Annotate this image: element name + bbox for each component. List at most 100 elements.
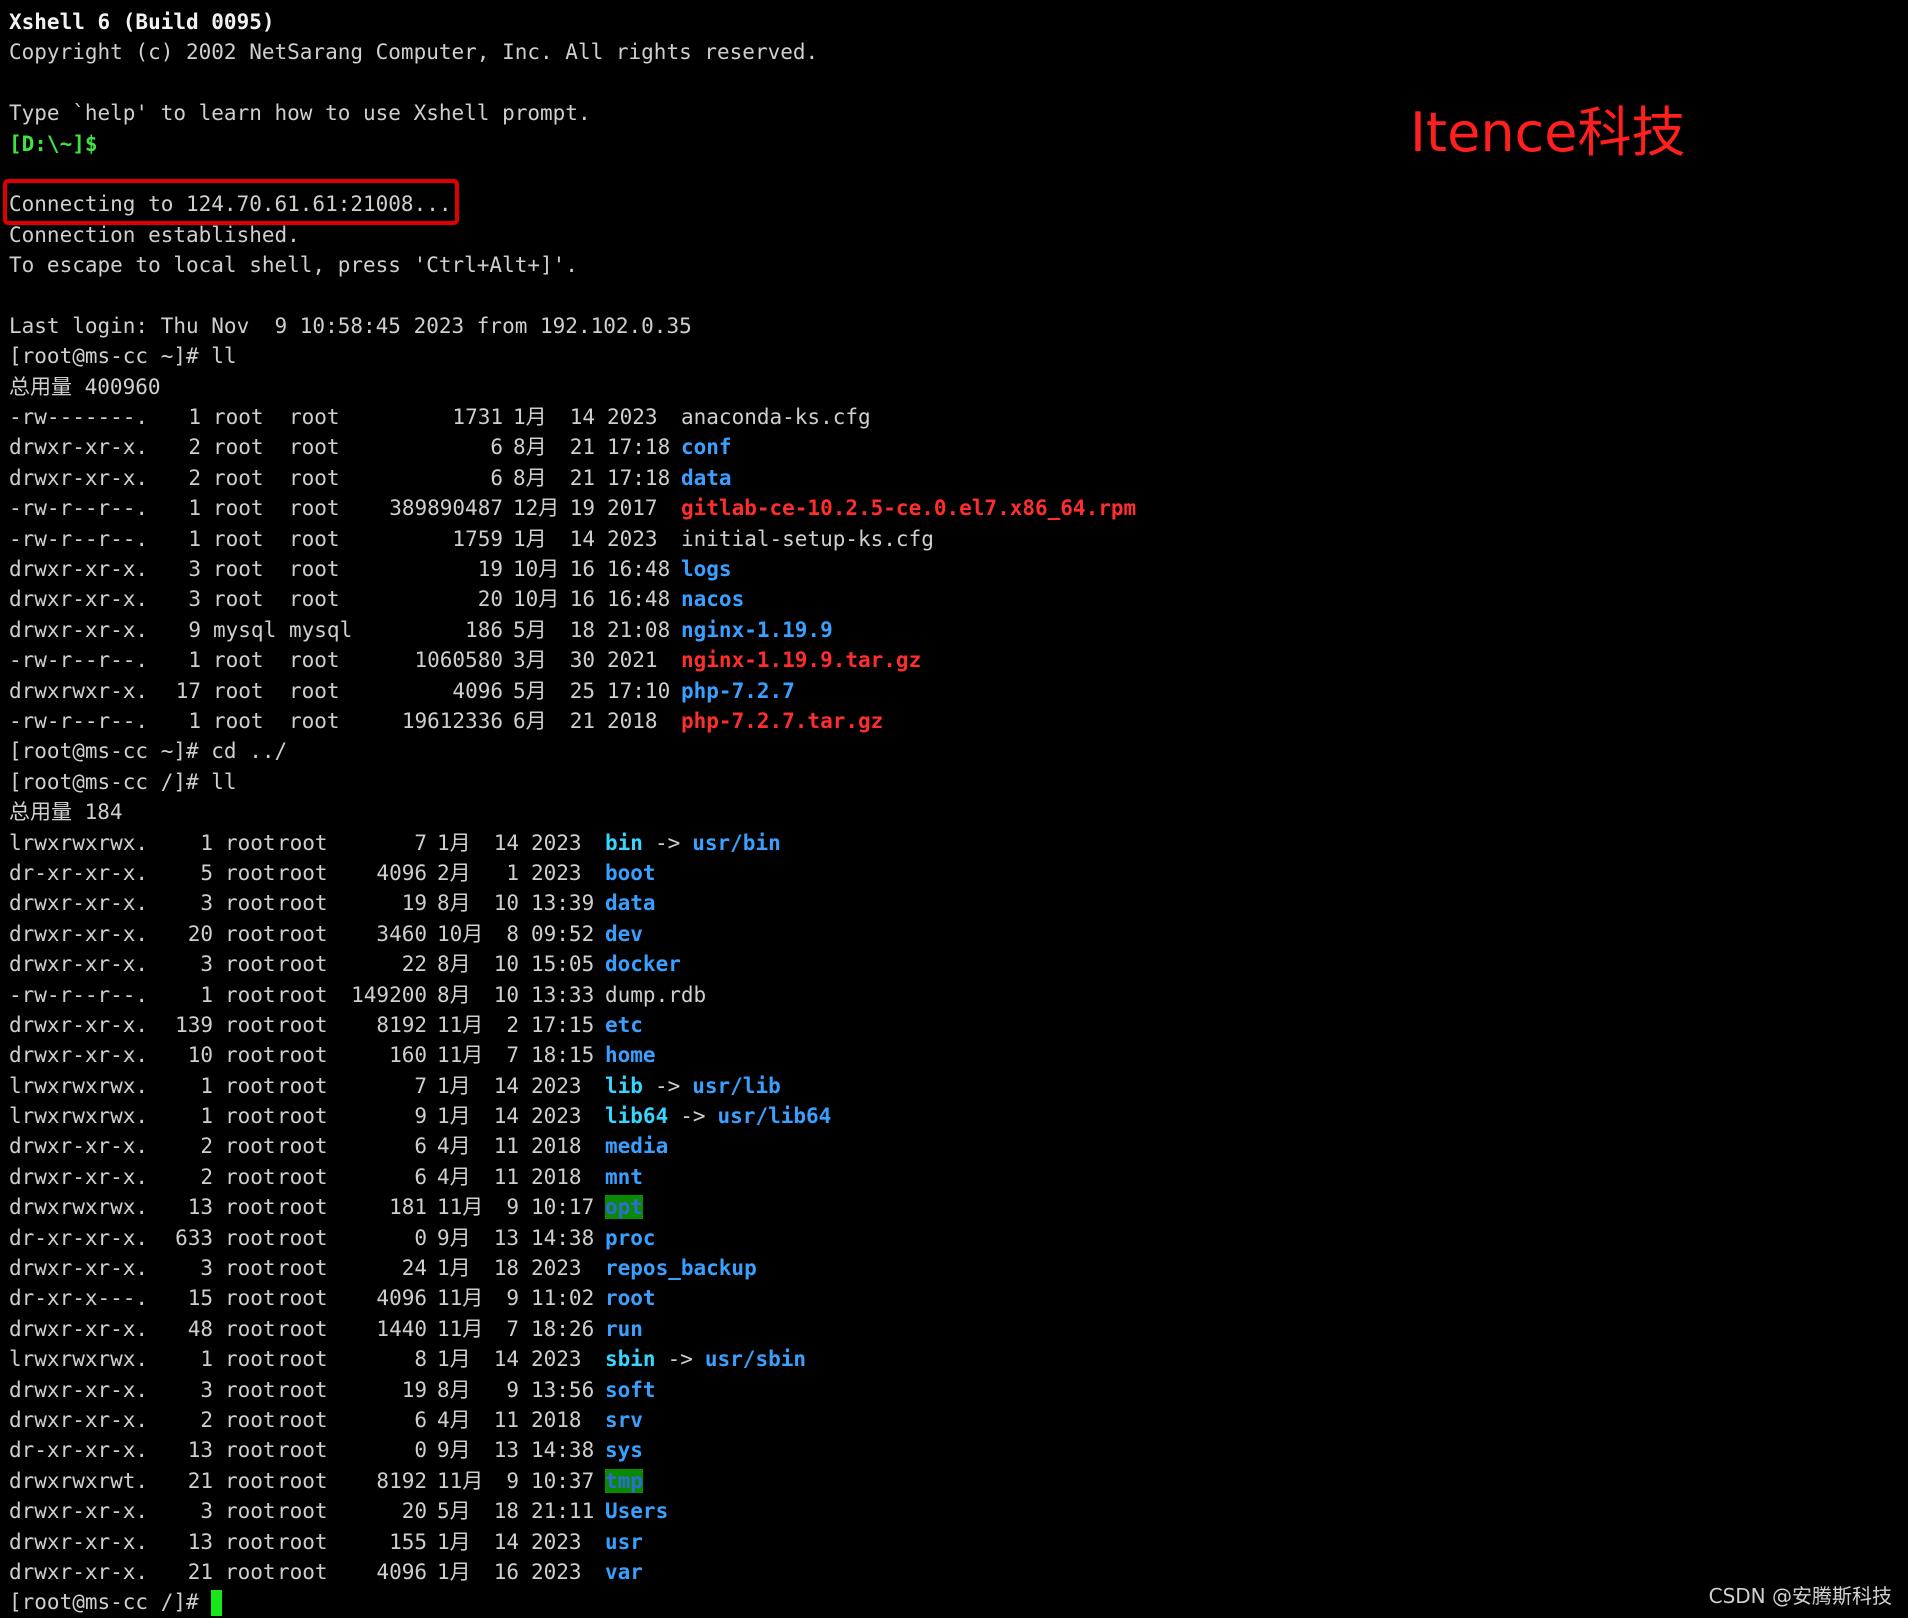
file-permissions: drwxr-xr-x. [9,1012,149,1037]
file-time: 16:48 [607,587,671,612]
file-owner: root [213,557,264,582]
file-size: 4096 [452,678,503,703]
shell-prompt-cd: [root@ms-cc ~]# cd ../ [9,739,288,764]
shell-prompt-ll: [root@ms-cc ~]# ll [9,344,237,369]
file-group: root [277,891,328,916]
file-day: 7 [506,1043,519,1068]
file-name: Users [605,1499,669,1524]
file-links: 9 [188,617,201,642]
file-time: 2023 [531,830,582,855]
file-size: 389890487 [389,496,503,521]
file-day: 13 [493,1225,519,1250]
file-owner: root [225,1407,276,1432]
file-row: -rw-------. 1 root root 1731 1月 14 2023 anaconda… [9,402,1889,432]
file-owner: root [225,1104,276,1129]
file-day: 9 [506,1468,519,1493]
file-row: dr-xr-x---. 15 rootroot 4096 11月 9 11:02 root [9,1283,1889,1313]
file-name: gitlab-ce-10.2.5-ce.0.el7.x86_64.rpm [681,496,1137,521]
file-row: dr-xr-xr-x. 13 rootroot 0 9月 13 14:38 sys [9,1435,1889,1465]
file-group: root [289,587,340,612]
file-group: root [289,465,340,490]
file-size: 9 [414,1104,427,1129]
file-month: 11月 [437,1012,484,1037]
file-name: logs [681,557,732,582]
file-time: 2023 [607,526,658,551]
file-time: 21:08 [607,617,671,642]
file-permissions: drwxr-xr-x. [9,1499,149,1524]
file-month: 2月 [437,860,471,885]
file-time: 10:17 [531,1195,595,1220]
file-links: 2 [188,435,201,460]
link-arrow: -> [654,1073,681,1098]
file-permissions: drwxr-xr-x. [9,1256,149,1281]
file-permissions: lrwxrwxrwx. [9,1104,149,1129]
file-name: dump.rdb [605,982,707,1007]
file-day: 25 [569,678,595,703]
file-group: root [277,860,328,885]
file-owner: root [225,1499,276,1524]
final-prompt-line[interactable]: [root@ms-cc /]# [9,1587,1889,1617]
file-group: root [277,921,328,946]
file-time: 14:38 [531,1225,595,1250]
file-month: 1月 [437,1559,471,1584]
escape-hint-line: To escape to local shell, press 'Ctrl+Al… [9,253,578,278]
file-permissions: drwxr-xr-x. [9,1164,149,1189]
file-row: drwxr-xr-x. 3 rootroot 19 8月 9 13:56 soft [9,1375,1889,1405]
file-name: sbin [605,1347,656,1372]
file-links: 3 [200,891,213,916]
file-size: 20 [477,587,503,612]
file-owner: root [225,1225,276,1250]
file-month: 10月 [513,587,560,612]
file-name: anaconda-ks.cfg [681,405,871,430]
file-time: 14:38 [531,1438,595,1463]
file-owner: root [213,648,264,673]
file-row: -rw-r--r--. 1 root root 1060580 3月 30 2021 nginx… [9,645,1889,675]
file-month: 1月 [513,405,547,430]
file-month: 10月 [513,557,560,582]
file-permissions: drwxr-xr-x. [9,1134,149,1159]
link-target: usr/lib [692,1073,781,1098]
file-time: 2023 [531,860,582,885]
file-name: proc [605,1225,656,1250]
file-size: 6 [490,465,503,490]
file-size: 1060580 [414,648,503,673]
file-row: -rw-r--r--. 1 root root 389890487 12月 19 2017 gi… [9,493,1889,523]
file-name: conf [681,435,732,460]
terminal-output[interactable]: Xshell 6 (Build 0095) Copyright (c) 2002… [9,7,1889,1618]
file-time: 13:39 [531,891,595,916]
file-size: 8 [414,1347,427,1372]
file-row: drwxr-xr-x. 3 root root 19 10月 16 16:48 logs [9,554,1889,584]
file-size: 4096 [376,860,427,885]
file-day: 16 [569,557,595,582]
file-time: 2023 [531,1529,582,1554]
file-day: 13 [493,1438,519,1463]
file-day: 9 [506,1195,519,1220]
file-name: sys [605,1438,643,1463]
file-owner: root [225,921,276,946]
file-row: drwxr-xr-x. 48 rootroot 1440 11月 7 18:26 run [9,1314,1889,1344]
file-group: root [277,1407,328,1432]
file-row: drwxrwxr-x. 17 root root 4096 5月 25 17:10 php-7.… [9,676,1889,706]
file-row: lrwxrwxrwx. 1 rootroot 7 1月 14 2023 bin -> usr/bi… [9,828,1889,858]
file-name: soft [605,1377,656,1402]
file-row: drwxr-xr-x. 3 rootroot 24 1月 18 2023 repos_back… [9,1253,1889,1283]
file-name: dev [605,921,643,946]
file-links: 13 [187,1438,213,1463]
file-row: dr-xr-xr-x. 5 rootroot 4096 2月 1 2023 boot [9,858,1889,888]
file-group: root [277,1316,328,1341]
file-month: 9月 [437,1438,471,1463]
file-links: 1 [200,982,213,1007]
file-group: root [277,1559,328,1584]
file-size: 1731 [452,405,503,430]
file-day: 14 [493,1347,519,1372]
file-month: 11月 [437,1468,484,1493]
file-row: drwxrwxrwx. 13 rootroot 181 11月 9 10:17 opt [9,1192,1889,1222]
final-prompt: [root@ms-cc /]# [9,1590,212,1615]
file-size: 19 [401,1377,427,1402]
file-links: 3 [200,1256,213,1281]
file-links: 17 [175,678,201,703]
file-owner: root [213,526,264,551]
csdn-credit: CSDN @安腾斯科技 [1708,1584,1892,1608]
file-owner: root [225,1195,276,1220]
file-permissions: drwxr-xr-x. [9,557,149,582]
